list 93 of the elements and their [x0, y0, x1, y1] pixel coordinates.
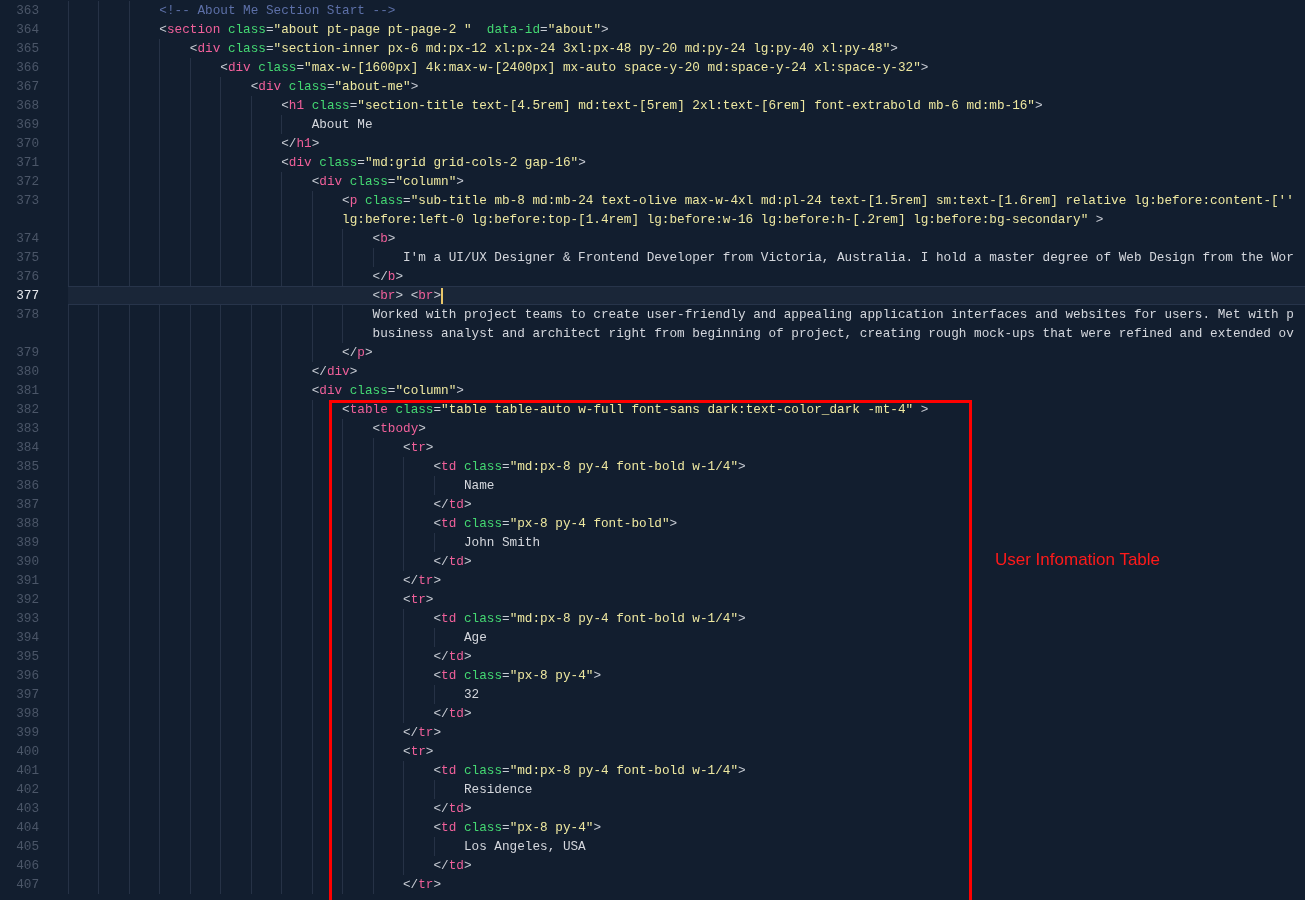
- code-line: </h1>: [280, 135, 320, 152]
- line-number: 387: [16, 497, 39, 512]
- text-cursor: [441, 287, 444, 304]
- code-line: </td>: [432, 705, 472, 722]
- line-number: 376: [16, 269, 39, 284]
- code-line: </td>: [432, 857, 472, 874]
- code-line: </div>: [310, 363, 358, 380]
- line-number: 395: [16, 649, 39, 664]
- line-number: 388: [16, 516, 39, 531]
- line-number: 392: [16, 592, 39, 607]
- line-number: 390: [16, 554, 39, 569]
- code-line: <div class="section-inner px-6 md:px-12 xl:px-24 3xl:px-48 py-20 md:py-24 lg:py-40 xl:py-48">: [188, 40, 898, 57]
- code-line: lg:before:left-0 lg:before:top-[1.4rem] lg:before:w-16 lg:before:h-[.2rem] lg:before:bg-secondary" >: [341, 211, 1104, 228]
- code-line: I'm a UI/UX Designer & Frontend Developer from Victoria, Australia. I hold a master degree of Web Design from the Wor: [402, 249, 1294, 266]
- code-line: <td class="px-8 py-4 font-bold">: [432, 515, 678, 532]
- line-number: 394: [16, 630, 39, 645]
- code-line: <td class="md:px-8 py-4 font-bold w-1/4">: [432, 458, 746, 475]
- line-number: 407: [16, 877, 39, 892]
- line-number: 380: [16, 364, 39, 379]
- line-number: 363: [16, 3, 39, 18]
- line-number: 404: [16, 820, 39, 835]
- code-line: </b>: [371, 268, 404, 285]
- line-number: 372: [16, 174, 39, 189]
- code-line: Residence: [462, 781, 533, 798]
- code-line: <table class="table table-auto w-full font-sans dark:text-color_dark -mt-4" >: [341, 401, 929, 418]
- line-number: 396: [16, 668, 39, 683]
- line-number: 378: [16, 307, 39, 322]
- code-line: Age: [462, 629, 487, 646]
- line-number: 399: [16, 725, 39, 740]
- line-number: 389: [16, 535, 39, 550]
- code-line: <tr>: [402, 743, 434, 760]
- code-line: <h1 class="section-title text-[4.5rem] md:text-[5rem] 2xl:text-[6rem] font-extrabold mb-6 md:mb-16">: [280, 97, 1043, 114]
- line-number: 368: [16, 98, 39, 113]
- code-line: <div class="md:grid grid-cols-2 gap-16">: [280, 154, 586, 171]
- code-line: </tr>: [402, 572, 442, 589]
- code-line: <div class="max-w-[1600px] 4k:max-w-[2400px] mx-auto space-y-20 md:space-y-24 xl:space-y-32">: [219, 59, 929, 76]
- code-line: </td>: [432, 648, 472, 665]
- line-number: 393: [16, 611, 39, 626]
- line-number: 375: [16, 250, 39, 265]
- line-number: 402: [16, 782, 39, 797]
- line-number: 385: [16, 459, 39, 474]
- code-line: <tr>: [402, 439, 434, 456]
- code-line: </tr>: [402, 724, 442, 741]
- code-line: Name: [462, 477, 495, 494]
- line-number: 365: [16, 41, 39, 56]
- code-line: <td class="px-8 py-4">: [432, 819, 601, 836]
- code-line: Los Angeles, USA: [462, 838, 586, 855]
- line-number: 371: [16, 155, 39, 170]
- line-number: 367: [16, 79, 39, 94]
- code-line: <td class="md:px-8 py-4 font-bold w-1/4">: [432, 610, 746, 627]
- code-line: <!-- About Me Section Start -->: [158, 2, 396, 19]
- line-number: 383: [16, 421, 39, 436]
- code-line: business analyst and architect right from beginning of project, creating rough mock-ups that were refined and extended ov: [371, 325, 1294, 342]
- code-line: John Smith: [462, 534, 541, 551]
- code-line: </tr>: [402, 876, 442, 893]
- line-number: 401: [16, 763, 39, 778]
- line-number: 397: [16, 687, 39, 702]
- code-line: <td class="px-8 py-4">: [432, 667, 601, 684]
- code-line: <div class="column">: [310, 382, 464, 399]
- line-number: 379: [16, 345, 39, 360]
- line-number: 373: [16, 193, 39, 208]
- code-line: Worked with project teams to create user-friendly and appealing application interfaces and websites for users. Met with p: [371, 306, 1294, 323]
- code-line: <td class="md:px-8 py-4 font-bold w-1/4">: [432, 762, 746, 779]
- code-line: 32: [462, 686, 480, 703]
- line-number: 400: [16, 744, 39, 759]
- code-line: About Me: [310, 116, 373, 133]
- code-line: <tbody>: [371, 420, 426, 437]
- line-number: 406: [16, 858, 39, 873]
- line-number: 405: [16, 839, 39, 854]
- code-line: </td>: [432, 553, 472, 570]
- line-number: 403: [16, 801, 39, 816]
- annotation-label: User Infomation Table: [995, 550, 1161, 570]
- line-number: 364: [16, 22, 39, 37]
- code-line: </p>: [341, 344, 373, 361]
- line-number: 381: [16, 383, 39, 398]
- line-number: 374: [16, 231, 39, 246]
- line-number: 369: [16, 117, 39, 132]
- code-line: <tr>: [402, 591, 434, 608]
- code-line: <p class="sub-title mb-8 md:mb-24 text-olive max-w-4xl md:pl-24 text-[1.5rem] sm:text-[1.6rem] relative lg:before:content-['': [341, 192, 1294, 209]
- line-number: 366: [16, 60, 39, 75]
- code-line: <div class="about-me">: [249, 78, 419, 95]
- line-number: 384: [16, 440, 39, 455]
- code-line: </td>: [432, 800, 472, 817]
- code-line: <div class="column">: [310, 173, 464, 190]
- code-line: </td>: [432, 496, 472, 513]
- line-number: 386: [16, 478, 39, 493]
- line-number: 370: [16, 136, 39, 151]
- line-number: 382: [16, 402, 39, 417]
- line-number: 391: [16, 573, 39, 588]
- code-line: <b>: [371, 230, 396, 247]
- line-number: 377: [16, 288, 39, 303]
- code-line: <section class="about pt-page pt-page-2 " data-id="about">: [158, 21, 609, 38]
- line-number: 398: [16, 706, 39, 721]
